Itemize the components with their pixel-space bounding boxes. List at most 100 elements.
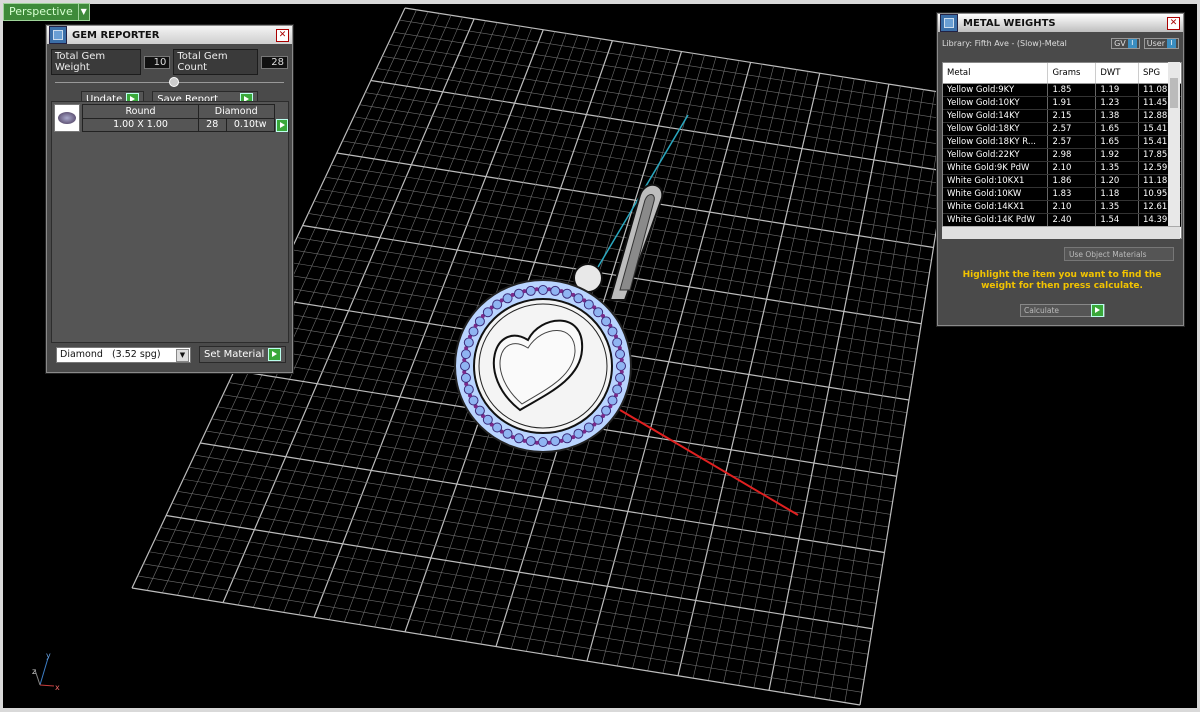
table-row[interactable]: White Gold:10KW 1.83 1.18 10.95	[943, 187, 1181, 201]
set-material-button[interactable]: Set Material	[199, 346, 287, 363]
chevron-down-icon[interactable]: ▼	[176, 348, 189, 362]
table-row[interactable]: Yellow Gold:18KY R... 2.57 1.65 15.41	[943, 135, 1181, 149]
table-cell: White Gold:14KX1	[943, 200, 1049, 214]
table-cell: 2.10	[1047, 161, 1097, 175]
gem-reporter-icon	[49, 26, 67, 44]
grid-line	[131, 587, 861, 706]
instruction-text: Highlight the item you want to find the …	[962, 270, 1162, 291]
table-cell: 2.40	[1047, 213, 1097, 227]
gem-stone	[616, 361, 626, 371]
material-select[interactable]: Diamond (3.52 spg) ▼	[56, 346, 191, 363]
metal-table[interactable]: Metal Grams DWT SPG Yellow Gold:9KY 1.85 1.19…	[942, 62, 1182, 239]
gem-totals-row: Total Gem Weight 10 Total Gem Count 28	[47, 44, 292, 75]
grid-line	[137, 575, 863, 693]
gem-stone	[525, 436, 536, 447]
grid-line	[632, 67, 786, 669]
gem-stone	[513, 433, 524, 444]
calculate-button[interactable]: Calculate	[1020, 304, 1105, 317]
window-frame-left	[0, 0, 3, 712]
column-header[interactable]: DWT	[1095, 63, 1139, 84]
gem-stone	[502, 428, 513, 439]
scale-icon	[940, 14, 958, 32]
column-header[interactable]: Metal	[943, 63, 1049, 84]
table-cell: 1.54	[1095, 213, 1139, 227]
table-row[interactable]: Yellow Gold:18KY 2.57 1.65 15.41	[943, 122, 1181, 136]
table-cell: 2.57	[1047, 122, 1097, 136]
gem-stone	[463, 337, 474, 348]
round-gem-icon	[54, 104, 81, 132]
table-row[interactable]: Yellow Gold:22KY 2.98 1.92 17.85	[943, 148, 1181, 162]
table-cell: 1.20	[1095, 174, 1139, 188]
table-row[interactable]: White Gold:10KX1 1.86 1.20 11.18	[943, 174, 1181, 188]
grid-line	[829, 91, 936, 701]
table-cell: 2.57	[1047, 135, 1097, 149]
table-row[interactable]: Yellow Gold:10KY 1.91 1.23 11.45	[943, 96, 1181, 110]
column-header[interactable]: Grams	[1047, 63, 1097, 84]
gem-stone	[468, 326, 479, 337]
close-icon[interactable]: ✕	[276, 29, 289, 42]
close-icon[interactable]: ✕	[1167, 17, 1180, 30]
table-cell: 1.85	[1047, 83, 1097, 97]
gv-toggle[interactable]: GV I	[1111, 38, 1140, 49]
table-cell: 2.10	[1047, 200, 1097, 214]
gem-reporter-titlebar[interactable]: GEM REPORTER ✕	[47, 26, 292, 44]
gem-stone	[492, 422, 503, 433]
grid-line	[708, 76, 844, 681]
grid-line	[200, 442, 885, 554]
table-row[interactable]: Yellow Gold:14KY 2.15 1.38 12.88	[943, 109, 1181, 123]
table-row[interactable]: White Gold:14KX1 2.10 1.35 12.61	[943, 200, 1181, 214]
table-row[interactable]: White Gold:9K PdW 2.10 1.35 12.59	[943, 161, 1181, 175]
table-cell: 1.65	[1095, 122, 1139, 136]
gem-stone	[615, 372, 626, 383]
gem-stone	[562, 288, 573, 299]
grid-line	[171, 503, 875, 617]
panel-divider-slider[interactable]	[55, 77, 284, 87]
table-row[interactable]: Yellow Gold:9KY 1.85 1.19 11.08	[943, 83, 1181, 97]
table-cell: Yellow Gold:9KY	[943, 83, 1049, 97]
calculate-label: Calculate	[1024, 306, 1060, 315]
gem-list[interactable]: Round Diamond 1.00 X 1.00 28 0.10tw	[51, 101, 289, 343]
user-toggle[interactable]: User I	[1143, 38, 1179, 49]
axis-x-label: x	[55, 683, 60, 692]
table-cell: 1.65	[1095, 135, 1139, 149]
gem-stone	[525, 285, 536, 296]
view-mode-label[interactable]: Perspective	[3, 3, 79, 21]
scrollbar-thumb[interactable]	[1170, 78, 1178, 108]
table-cell: 1.83	[1047, 187, 1097, 201]
window-frame-top	[0, 0, 1200, 4]
chevron-down-icon[interactable]: ▼	[78, 3, 90, 21]
view-mode-selector[interactable]: Perspective ▼	[3, 3, 90, 21]
gem-stone	[612, 384, 623, 395]
grid-line	[154, 539, 869, 655]
gem-stone	[607, 395, 618, 406]
gem-shape: Round	[82, 104, 199, 119]
use-object-materials-dropdown[interactable]: Use Object Materials	[1064, 247, 1174, 261]
gem-row-action-icon[interactable]	[275, 119, 288, 132]
gem-stone	[562, 433, 573, 444]
library-row: Library: Fifth Ave - (Slow)-Metal GV I U…	[938, 32, 1183, 55]
metal-weights-titlebar[interactable]: METAL WEIGHTS ✕	[938, 14, 1183, 32]
gem-stone	[513, 288, 524, 299]
vertical-scrollbar[interactable]	[1168, 62, 1180, 226]
table-cell: White Gold:9K PdW	[943, 161, 1049, 175]
gem-stone	[538, 437, 548, 447]
slider-knob[interactable]	[169, 77, 179, 87]
table-body[interactable]: Yellow Gold:9KY 1.85 1.19 11.08 Yellow Gold:…	[943, 83, 1181, 227]
gem-weight: 0.10tw	[225, 117, 275, 132]
table-row[interactable]: White Gold:14K PdW 2.40 1.54 14.39	[943, 213, 1181, 227]
table-cell: 1.91	[1047, 96, 1097, 110]
material-row: Diamond (3.52 spg) ▼ Set Material	[56, 346, 287, 363]
table-cell: White Gold:10KW	[943, 187, 1049, 201]
table-cell: White Gold:10KX1	[943, 174, 1049, 188]
toggle-icon: I	[1167, 39, 1176, 48]
horizontal-scrollbar[interactable]	[942, 226, 1180, 239]
axis-z-label: z	[32, 667, 36, 676]
gem-stone	[538, 285, 548, 295]
table-cell: 1.19	[1095, 83, 1139, 97]
gem-count: 28	[197, 117, 227, 132]
table-cell: 1.38	[1095, 109, 1139, 123]
total-gem-count-value: 28	[261, 55, 289, 69]
list-item[interactable]: Round Diamond 1.00 X 1.00 28 0.10tw	[54, 104, 288, 132]
gem-stone	[550, 285, 561, 296]
gem-stone	[601, 405, 612, 416]
